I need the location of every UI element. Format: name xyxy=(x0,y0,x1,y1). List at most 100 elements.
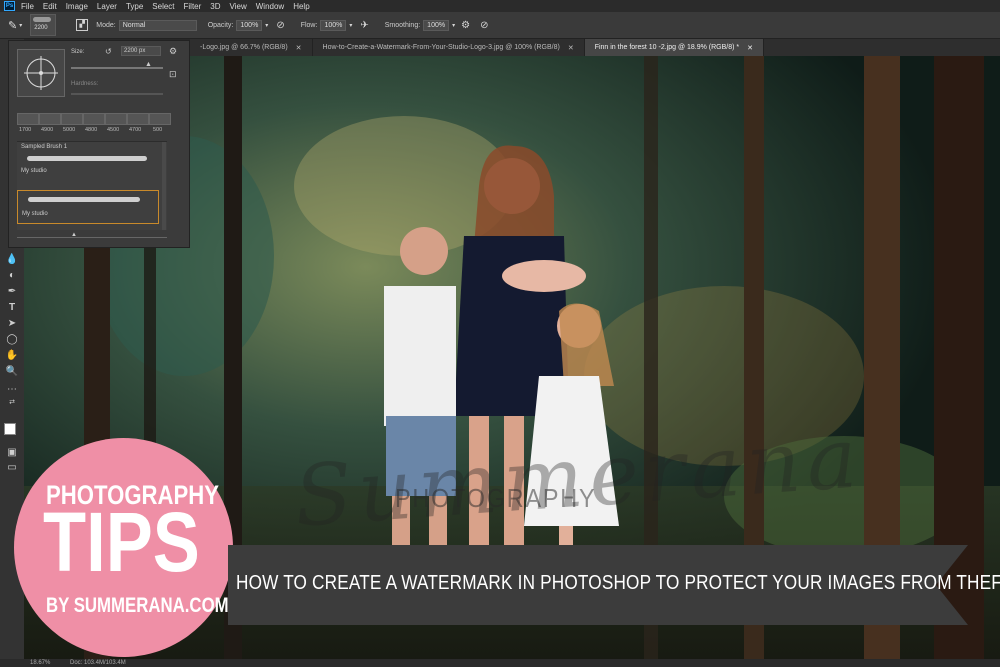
flow-label: Flow: xyxy=(300,21,318,29)
brush-list-scrollbar[interactable] xyxy=(162,142,166,230)
flow-input[interactable]: 100% xyxy=(320,19,347,31)
brush-tool-icon[interactable]: ✎ xyxy=(8,19,17,32)
pressure-opacity-icon[interactable]: ⊘ xyxy=(276,20,284,31)
brush-tile[interactable] xyxy=(39,113,61,125)
chevron-down-icon[interactable]: ▾ xyxy=(19,22,22,29)
smoothing-label: Smoothing: xyxy=(384,21,421,29)
tab-label: Finn in the forest 10 -2.jpg @ 18.9% (RG… xyxy=(594,44,740,51)
slider-thumb-icon[interactable]: ▲ xyxy=(145,61,152,68)
chevron-down-icon[interactable]: ▾ xyxy=(349,22,352,29)
brush-size-label: 4500 xyxy=(107,127,120,133)
watermark-caption: PHOTOGRAPHY xyxy=(395,483,597,513)
menu-filter[interactable]: Filter xyxy=(184,2,202,11)
menu-select[interactable]: Select xyxy=(152,2,174,11)
brush-size-label: 4900 xyxy=(41,127,54,133)
menu-image[interactable]: Image xyxy=(66,2,88,11)
brush-size-label: 4700 xyxy=(129,127,142,133)
document-tab-bar: -Logo.jpg @ 66.7% (RGB/8) ✕ How-to-Creat… xyxy=(190,39,1000,56)
tab-logo-doc[interactable]: -Logo.jpg @ 66.7% (RGB/8) ✕ xyxy=(190,39,313,56)
zoom-tool-icon[interactable]: 🔍 xyxy=(4,366,20,378)
opacity-input[interactable]: 100% xyxy=(236,19,263,31)
chevron-down-icon[interactable]: ▾ xyxy=(452,22,455,29)
menu-help[interactable]: Help xyxy=(293,2,309,11)
blur-tool-icon[interactable]: 💧 xyxy=(4,254,20,266)
menu-type[interactable]: Type xyxy=(126,2,143,11)
tab-forest-doc[interactable]: Finn in the forest 10 -2.jpg @ 18.9% (RG… xyxy=(584,39,765,56)
brush-angle-preview[interactable] xyxy=(17,49,65,97)
more-tools-icon[interactable]: ⋯ xyxy=(4,384,20,396)
preview-size-slider[interactable] xyxy=(17,237,167,238)
mode-label: Mode: xyxy=(96,21,116,29)
brush-name: Sampled Brush 1 xyxy=(21,144,68,150)
brush-size-value: 2200 xyxy=(34,25,48,31)
badge-line-2: TIPS xyxy=(43,495,200,589)
hardness-label: Hardness: xyxy=(71,81,99,87)
toggle-brush-panel-icon[interactable]: ▞ xyxy=(76,19,89,31)
quick-mask-icon[interactable]: ▣ xyxy=(4,447,20,459)
tab-label: How-to-Create-a-Watermark-From-Your-Stud… xyxy=(322,44,560,51)
hand-tool-icon[interactable]: ✋ xyxy=(4,350,20,362)
brush-tile[interactable] xyxy=(61,113,83,125)
close-icon[interactable]: ✕ xyxy=(568,44,574,52)
new-preset-icon[interactable]: ⊡ xyxy=(169,69,177,80)
close-icon[interactable]: ✕ xyxy=(747,44,753,52)
brush-tile[interactable] xyxy=(17,113,39,125)
mode-select[interactable]: Normal xyxy=(118,19,197,31)
brush-name: My studio xyxy=(22,211,48,217)
dodge-tool-icon[interactable]: ◐ xyxy=(4,270,20,282)
brush-tile[interactable] xyxy=(127,113,149,125)
status-bar: 18.67% Doc: 103.4M/103.4M xyxy=(0,659,1000,667)
brush-size-label: 4800 xyxy=(85,127,98,133)
menu-bar: Ps File Edit Image Layer Type Select Fil… xyxy=(0,0,1000,12)
reset-icon[interactable]: ↺ xyxy=(105,47,112,56)
brush-stroke-preview xyxy=(27,156,147,161)
mode-value: Normal xyxy=(122,21,146,29)
size-label: Size: xyxy=(71,49,85,55)
ellipse-tool-icon[interactable]: ◯ xyxy=(4,334,20,346)
menu-view[interactable]: View xyxy=(230,2,247,11)
chevron-down-icon[interactable]: ▾ xyxy=(265,22,268,29)
smoothing-input[interactable]: 100% xyxy=(423,19,450,31)
brush-size-label: 1700 xyxy=(19,127,32,133)
brush-list-item[interactable]: Sampled Brush 1 My studio xyxy=(17,142,167,176)
tab-watermark-doc[interactable]: How-to-Create-a-Watermark-From-Your-Stud… xyxy=(313,39,585,56)
brush-list-item-selected[interactable]: My studio xyxy=(17,190,159,224)
airbrush-icon[interactable]: ✈ xyxy=(360,20,368,31)
brush-preview-icon xyxy=(33,17,52,22)
menu-layer[interactable]: Layer xyxy=(97,2,117,11)
brush-size-label: 500 xyxy=(153,127,163,133)
foreground-color-swatch[interactable] xyxy=(4,423,16,435)
swap-colors-icon[interactable]: ⇄ xyxy=(4,397,20,409)
opacity-label: Opacity: xyxy=(207,21,234,29)
zoom-level[interactable]: 18.67% xyxy=(30,660,50,666)
close-icon[interactable]: ✕ xyxy=(296,44,302,52)
brush-size-label: 5000 xyxy=(63,127,76,133)
brush-list: Sampled Brush 1 My studio My studio xyxy=(17,141,167,230)
menu-3d[interactable]: 3D xyxy=(210,2,220,11)
hardness-slider[interactable] xyxy=(71,93,163,95)
pressure-size-icon[interactable]: ⊘ xyxy=(480,20,488,31)
tab-label: -Logo.jpg @ 66.7% (RGB/8) xyxy=(200,44,288,51)
pen-tool-icon[interactable]: ✒ xyxy=(4,286,20,298)
options-bar: ✎ ▾ 2200 ▞ Mode: Normal Opacity: 100% ▾ … xyxy=(0,12,1000,39)
gear-icon[interactable]: ⚙ xyxy=(461,20,470,31)
type-tool-icon[interactable]: T xyxy=(4,302,20,314)
brush-tile[interactable] xyxy=(149,113,171,125)
menu-window[interactable]: Window xyxy=(256,2,284,11)
menu-edit[interactable]: Edit xyxy=(43,2,57,11)
brush-angle-icon xyxy=(24,56,58,90)
screen-mode-icon[interactable]: ▭ xyxy=(4,462,20,474)
menu-file[interactable]: File xyxy=(21,2,34,11)
brush-name: My studio xyxy=(21,168,47,174)
size-input[interactable]: 2200 px xyxy=(121,46,161,56)
brush-preset-panel: Size: ↺ 2200 px ⚙ ▲ ⊡ Hardness: 1700 490… xyxy=(8,40,190,248)
path-selection-tool-icon[interactable]: ➤ xyxy=(4,318,20,330)
badge-line-3: BY SUMMERANA.COM xyxy=(46,594,229,617)
brush-tile[interactable] xyxy=(83,113,105,125)
ribbon-title: HOW TO CREATE A WATERMARK IN PHOTOSHOP T… xyxy=(236,572,1000,594)
slider-thumb-icon[interactable]: ▲ xyxy=(71,232,77,238)
brush-tile[interactable] xyxy=(105,113,127,125)
document-size[interactable]: Doc: 103.4M/103.4M xyxy=(70,660,126,666)
gear-icon[interactable]: ⚙ xyxy=(169,46,177,57)
brush-preset-picker[interactable]: 2200 xyxy=(30,14,57,36)
